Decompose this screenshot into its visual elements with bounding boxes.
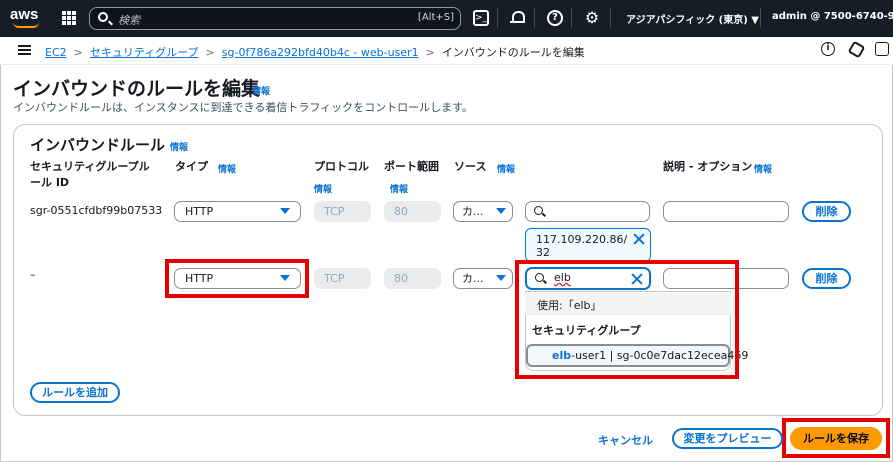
breadcrumb-current: インバウンドのルールを編集 <box>441 46 585 59</box>
source-search-input[interactable] <box>525 201 650 222</box>
port-field: 80 <box>384 201 441 222</box>
column-header-source: ソース <box>454 160 487 173</box>
notifications-bell-icon[interactable] <box>509 10 525 26</box>
nav-divider <box>610 8 611 28</box>
settings-gear-icon[interactable]: ⚙ <box>584 10 600 26</box>
column-header-port-range: ポート範囲 <box>384 160 439 173</box>
port-info-link[interactable]: 情報 <box>390 182 408 195</box>
cancel-button[interactable]: キャンセル <box>598 432 653 448</box>
aws-logo-text: aws <box>10 6 39 23</box>
breadcrumb-ec2[interactable]: EC2 <box>45 46 67 59</box>
source-info-link[interactable]: 情報 <box>497 162 515 175</box>
section-title: インバウンドルール <box>30 136 166 154</box>
source-select-value: カ... <box>462 272 484 285</box>
source-token: 117.109.220.86/32 <box>525 228 651 262</box>
breadcrumb-separator: > <box>425 45 435 59</box>
delete-button[interactable]: 削除 <box>802 201 851 222</box>
port-field: 80 <box>384 268 441 289</box>
description-input[interactable] <box>663 201 789 222</box>
nav-divider <box>497 8 498 28</box>
source-token-label: 117.109.220.86/32 <box>536 233 628 259</box>
settings-icon[interactable] <box>875 42 889 56</box>
account-menu[interactable]: admin @ 7500-6740-9009 <box>772 11 893 22</box>
source-select[interactable]: カ... <box>453 201 513 222</box>
search-shortcut: [Alt+S] <box>417 12 454 23</box>
section-info-link[interactable]: 情報 <box>170 140 188 153</box>
column-header-protocol: プロトコル <box>314 160 369 173</box>
caret-down-icon <box>496 275 506 281</box>
breadcrumb-security-groups[interactable]: セキュリティグループ <box>90 44 199 60</box>
highlight-source-dropdown <box>515 260 739 379</box>
protocol-field: TCP <box>314 201 371 222</box>
help-icon[interactable]: ? <box>547 10 563 26</box>
highlight-type-select <box>165 259 309 298</box>
search-icon <box>534 206 543 215</box>
breadcrumb-bar: EC2 > セキュリティグループ > sg-0f786a292bfd40b4c … <box>0 37 893 65</box>
caret-down-icon <box>280 208 290 214</box>
nav-divider <box>534 8 535 28</box>
services-grid-icon[interactable] <box>62 11 76 25</box>
source-select[interactable]: カ... <box>453 268 513 289</box>
cloudshell-icon[interactable]: >_ <box>473 10 489 26</box>
breadcrumb-separator: > <box>205 45 215 59</box>
protocol-info-link[interactable]: 情報 <box>314 182 332 195</box>
column-header-description: 説明 - オプション <box>663 160 753 173</box>
preview-changes-button[interactable]: 変更をプレビュー <box>672 428 783 449</box>
region-selector[interactable]: アジアパシフィック (東京) ▼ <box>626 11 759 26</box>
nav-divider <box>760 8 761 28</box>
search-icon <box>98 12 108 22</box>
save-rules-button[interactable]: ルールを保存 <box>790 427 882 450</box>
type-select-value: HTTP <box>185 205 214 218</box>
breadcrumb-security-group[interactable]: sg-0f786a292bfd40b4c - web-user1 <box>222 46 419 59</box>
remove-token-icon[interactable] <box>633 233 645 245</box>
aws-logo[interactable]: aws <box>10 6 46 30</box>
description-info-link[interactable]: 情報 <box>754 162 772 175</box>
column-header-type: タイプ <box>175 160 208 173</box>
caret-down-icon <box>496 208 506 214</box>
aws-smile-icon <box>13 22 39 28</box>
rule-id: sgr-0551cfdbf99b07533 <box>30 204 163 217</box>
menu-hamburger-icon[interactable] <box>18 45 31 55</box>
column-header-rule-id: セキュリティグループルール ID <box>30 160 150 189</box>
breadcrumb-separator: > <box>73 45 83 59</box>
type-select[interactable]: HTTP <box>174 201 301 222</box>
search-placeholder: 検索 <box>118 14 140 27</box>
page-description: インバウンドルールは、インスタンスに到達できる着信トラフィックをコントロールしま… <box>13 101 474 114</box>
add-rule-button[interactable]: ルールを追加 <box>30 382 120 403</box>
search-input[interactable]: 検索 [Alt+S] <box>89 7 461 30</box>
delete-button[interactable]: 削除 <box>802 268 851 289</box>
page-title: インバウンドのルールを編集 <box>13 78 261 100</box>
top-navigation: aws 検索 [Alt+S] >_ ? ⚙ アジアパシフィック (東京) ▼ a… <box>0 0 893 37</box>
type-info-link[interactable]: 情報 <box>218 162 236 175</box>
breadcrumb: EC2 > セキュリティグループ > sg-0f786a292bfd40b4c … <box>45 44 585 60</box>
rule-id: – <box>30 268 36 281</box>
nav-divider <box>571 8 572 28</box>
source-select-value: カ... <box>462 205 484 218</box>
info-panel-icon[interactable]: i <box>821 42 835 56</box>
protocol-field: TCP <box>314 268 371 289</box>
page-info-link[interactable]: 情報 <box>252 84 270 97</box>
